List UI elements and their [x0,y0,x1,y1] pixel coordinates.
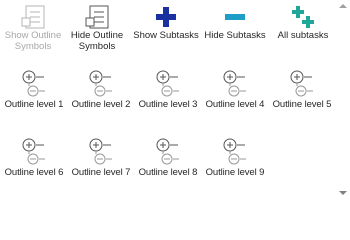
hide-outline-symbols-label: Hide Outline Symbols [70,30,124,52]
hide-outline-symbols-button[interactable]: Hide Outline Symbols [66,4,128,52]
outline-level-icon [87,136,115,166]
scroll-up-arrow-icon[interactable] [339,4,347,8]
show-subtasks-label: Show Subtasks [133,30,199,41]
all-subtasks-icon [290,4,316,30]
outline-level-1-label: Outline level 1 [4,99,64,110]
outline-level-3-button[interactable]: Outline level 3 [134,68,202,110]
scroll-down-arrow-icon[interactable] [339,191,347,195]
outline-level-5-label: Outline level 5 [272,99,332,110]
outline-level-icon [20,136,48,166]
outline-gallery: Show Outline Symbols Hide Outline Symbol… [0,0,350,201]
all-subtasks-button[interactable]: All subtasks [271,4,335,41]
outline-level-6-label: Outline level 6 [4,167,64,178]
outline-level-8-label: Outline level 8 [138,167,198,178]
outline-level-icon [221,136,249,166]
vertical-scrollbar[interactable] [336,0,350,201]
outline-level-9-label: Outline level 9 [205,167,265,178]
outline-level-6-button[interactable]: Outline level 6 [0,136,68,178]
hide-subtasks-button[interactable]: Hide Subtasks [202,4,268,41]
hide-outline-symbols-icon [84,4,110,30]
outline-level-4-button[interactable]: Outline level 4 [201,68,269,110]
minus-icon [222,4,248,30]
outline-level-icon [154,136,182,166]
all-subtasks-label: All subtasks [277,30,329,41]
outline-level-4-label: Outline level 4 [205,99,265,110]
outline-level-7-label: Outline level 7 [71,167,131,178]
plus-icon [153,4,179,30]
outline-level-icon [288,68,316,98]
show-outline-symbols-button[interactable]: Show Outline Symbols [2,4,64,52]
show-outline-symbols-label: Show Outline Symbols [4,30,62,52]
outline-level-8-button[interactable]: Outline level 8 [134,136,202,178]
outline-level-icon [221,68,249,98]
outline-level-2-label: Outline level 2 [71,99,131,110]
outline-level-icon [87,68,115,98]
outline-level-2-button[interactable]: Outline level 2 [67,68,135,110]
outline-level-1-button[interactable]: Outline level 1 [0,68,68,110]
show-outline-symbols-icon [20,4,46,30]
outline-level-3-label: Outline level 3 [138,99,198,110]
outline-level-icon [154,68,182,98]
outline-level-7-button[interactable]: Outline level 7 [67,136,135,178]
show-subtasks-button[interactable]: Show Subtasks [132,4,200,41]
outline-level-9-button[interactable]: Outline level 9 [201,136,269,178]
outline-level-5-button[interactable]: Outline level 5 [268,68,336,110]
outline-level-icon [20,68,48,98]
hide-subtasks-label: Hide Subtasks [204,30,266,41]
